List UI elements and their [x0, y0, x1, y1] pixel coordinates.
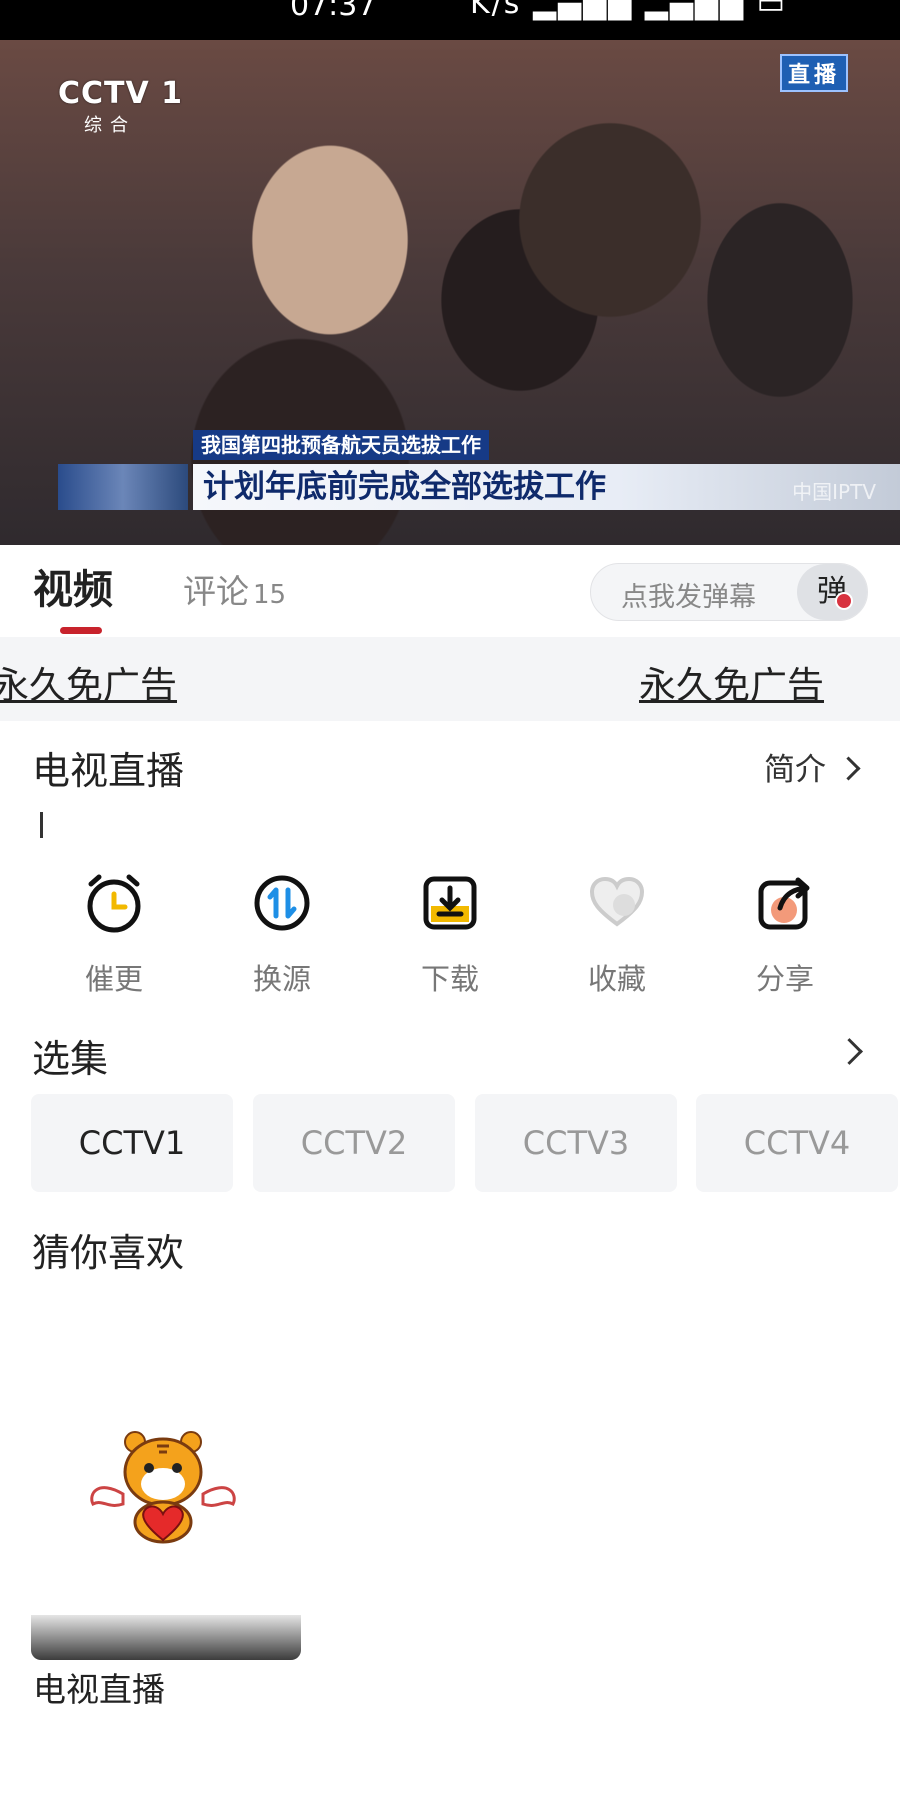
signal-icon: ▂▄▆█ ▂▄▆█	[532, 0, 746, 21]
intro-link[interactable]: 简介	[764, 744, 861, 789]
switch-source-icon	[254, 875, 310, 931]
danmu-check-icon	[835, 592, 853, 610]
network-speed: K/s	[470, 0, 522, 21]
episodes-title: 选集	[32, 1037, 109, 1081]
live-badge: 直播	[780, 54, 849, 92]
danmu-placeholder[interactable]: 点我发弹幕	[621, 575, 756, 614]
recommend-card-title[interactable]: 电视直播	[33, 1663, 165, 1711]
tab-video[interactable]: 视频	[33, 557, 113, 615]
episode-list: CCTV1 CCTV2 CCTV3 CCTV4	[0, 1094, 900, 1194]
recommend-thumbnail-gradient	[31, 1615, 301, 1660]
tab-comments-label: 评论	[183, 572, 249, 611]
download-icon	[423, 876, 477, 930]
channel-sub: 综合	[84, 115, 136, 136]
tab-bar: 视频 评论 15 点我发弹幕 弹	[0, 545, 900, 637]
remind-update-button[interactable]: 催更	[54, 872, 174, 998]
action-label: 下载	[420, 962, 479, 996]
episode-item[interactable]: CCTV1	[31, 1094, 233, 1192]
headline-sub: 我国第四批预备航天员选拔工作	[193, 430, 489, 460]
show-title: 电视直播	[32, 749, 185, 793]
action-bar: 催更 换源 下载 收藏 分享	[0, 872, 900, 1002]
status-bar: 07:37 K/s ▂▄▆█ ▂▄▆█ ▭	[0, 0, 900, 40]
recommend-title: 猜你喜欢	[32, 1231, 185, 1275]
share-icon	[758, 877, 810, 930]
danmu-toggle-button[interactable]: 弹	[797, 564, 867, 620]
ad-free-link-left[interactable]: 永久免广告	[0, 655, 177, 709]
action-label: 分享	[755, 962, 814, 996]
episode-item[interactable]: CCTV4	[696, 1094, 898, 1192]
favorite-button[interactable]: 收藏	[557, 872, 677, 998]
share-button[interactable]: 分享	[725, 872, 845, 998]
switch-source-button[interactable]: 换源	[222, 872, 342, 998]
space-station-thumbnail	[58, 464, 188, 510]
battery-icon: ▭	[756, 0, 787, 21]
alarm-clock-icon	[87, 874, 141, 933]
tiger-mascot-icon	[90, 1431, 236, 1544]
action-label: 收藏	[587, 962, 646, 996]
chevron-right-icon[interactable]	[836, 1038, 863, 1065]
tab-comments[interactable]: 评论 15	[183, 565, 286, 613]
recommend-card[interactable]	[31, 1320, 301, 1660]
status-indicators: K/s ▂▄▆█ ▂▄▆█ ▭	[470, 0, 787, 21]
recommend-thumbnail	[31, 1320, 301, 1660]
video-player[interactable]: CCTV 1 综合 直播 我国第四批预备航天员选拔工作 计划年底前完成全部选拔工…	[0, 40, 900, 545]
text-cursor	[40, 812, 43, 838]
ad-free-link-right[interactable]: 永久免广告	[639, 655, 824, 709]
intro-label: 简介	[764, 752, 826, 788]
status-time: 07:37	[290, 0, 377, 23]
chevron-right-icon	[836, 756, 861, 781]
episode-item[interactable]: CCTV3	[475, 1094, 677, 1192]
heart-icon	[589, 876, 645, 927]
danmu-input-box[interactable]: 点我发弹幕 弹	[590, 563, 868, 621]
ad-free-banner: 永久免广告 永久免广告	[0, 637, 900, 721]
active-tab-indicator	[60, 627, 102, 634]
action-label: 换源	[252, 962, 311, 996]
download-button[interactable]: 下载	[390, 872, 510, 998]
watermark: 中国IPTV	[792, 480, 876, 504]
channel-logo: CCTV 1 综合	[58, 76, 184, 136]
action-label: 催更	[84, 962, 143, 996]
comments-count: 15	[253, 580, 287, 610]
episode-item[interactable]: CCTV2	[253, 1094, 455, 1192]
